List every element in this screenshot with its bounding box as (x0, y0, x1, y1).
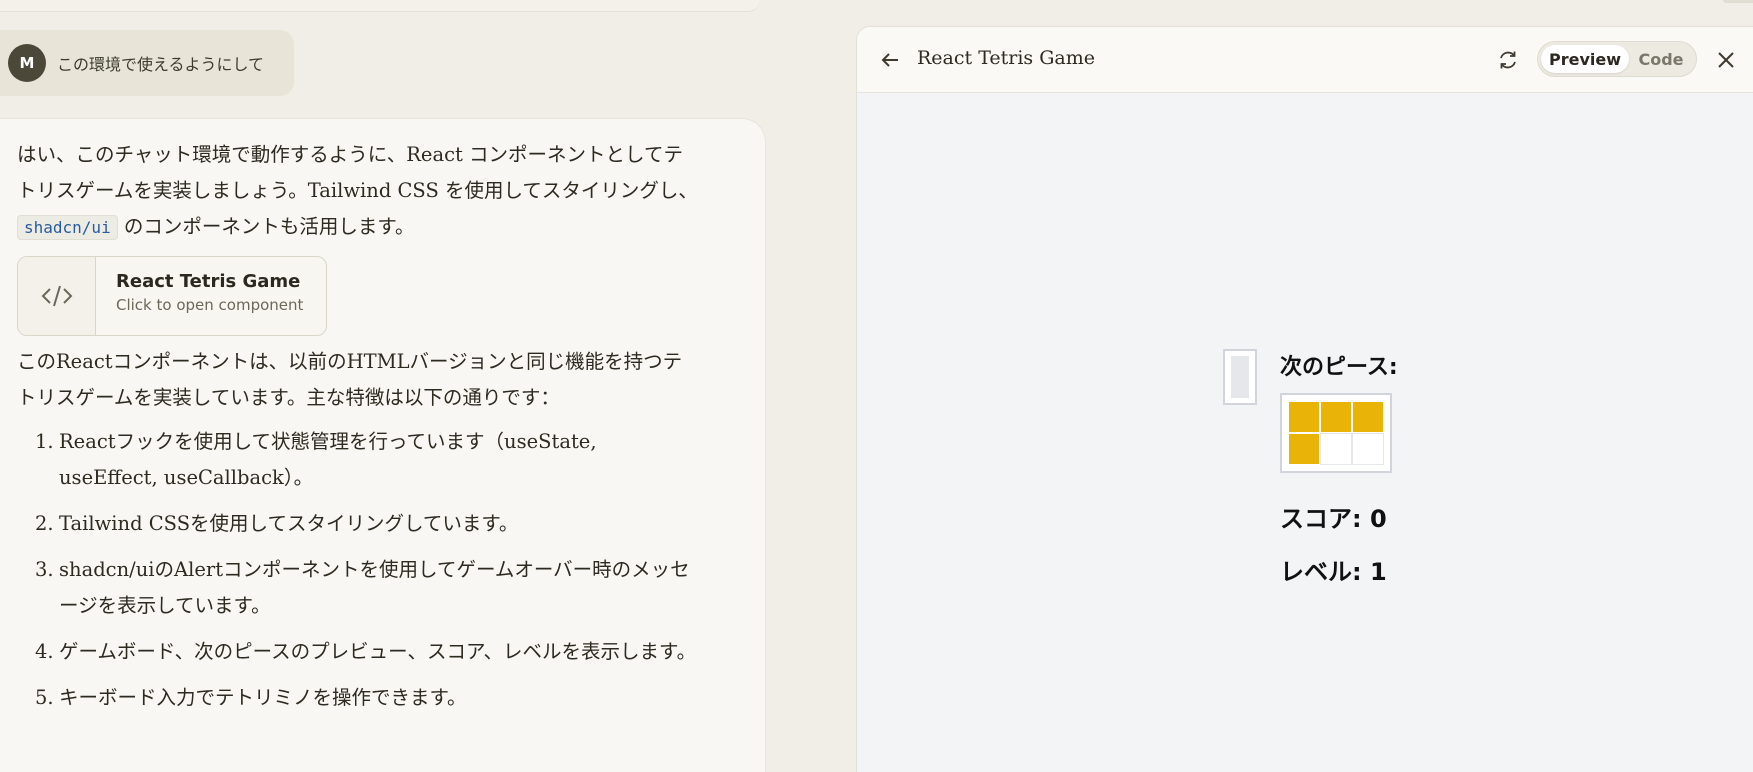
intro-text-2: のコンポーネントも活用します。 (117, 215, 415, 238)
next-piece-block (1352, 401, 1384, 433)
close-icon[interactable] (1715, 49, 1737, 71)
preview-code-toggle: Preview Code (1537, 41, 1697, 77)
next-piece-block (1320, 401, 1352, 433)
next-piece-block (1288, 433, 1320, 465)
level-display: レベル: 1 (1280, 558, 1387, 586)
list-item: 4. ゲームボード、次のピースのプレビュー、スコア、レベルを表示します。 (35, 640, 697, 663)
game-board (1223, 349, 1257, 405)
next-piece-preview (1280, 393, 1392, 473)
artifact-subtitle: Click to open component (116, 296, 304, 314)
score-display: スコア: 0 (1280, 505, 1387, 533)
next-piece-empty-cell (1320, 433, 1352, 465)
intro-text-1: はい、このチャット環境で動作するように、React コンポーネントとしてテトリス… (17, 143, 698, 202)
artifact-title: React Tetris Game (116, 271, 301, 292)
user-message: M この環境で使えるようにして (0, 30, 294, 96)
feature-list: 1. Reactフックを使用して状態管理を行っています（useState, use… (17, 424, 701, 716)
panel-header: React Tetris Game Preview Code (857, 27, 1753, 93)
next-piece-label: 次のピース: (1280, 355, 1398, 380)
list-item: 5. キーボード入力でテトリミノを操作できます。 (35, 686, 467, 709)
assistant-summary: このReactコンポーネントは、以前のHTMLバージョンと同じ機能を持つテトリス… (17, 350, 683, 409)
artifact-icon-box (18, 257, 96, 335)
assistant-intro: はい、このチャット環境で動作するように、React コンポーネントとしてテトリス… (17, 137, 701, 246)
artifact-panel: React Tetris Game Preview Code 次のピース: スコ… (856, 26, 1753, 772)
assistant-message: はい、このチャット環境で動作するように、React コンポーネントとしてテトリス… (0, 118, 766, 772)
tab-code[interactable]: Code (1629, 45, 1693, 73)
panel-title: React Tetris Game (917, 47, 1095, 69)
code-icon (41, 285, 72, 307)
game-side-info: 次のピース: スコア: 0 レベル: 1 (1280, 349, 1398, 587)
inline-code: shadcn/ui (17, 215, 118, 240)
avatar[interactable]: M (8, 44, 46, 82)
next-piece-block (1288, 401, 1320, 433)
artifact-card[interactable]: React Tetris Game Click to open componen… (17, 256, 327, 336)
list-item: 1. Reactフックを使用して状態管理を行っています（useState, use… (35, 430, 597, 489)
refresh-icon[interactable] (1497, 49, 1519, 71)
top-strip (0, 0, 760, 12)
top-right-decoration (1723, 0, 1753, 3)
game-board-cell (1231, 356, 1249, 398)
list-item: 3. shadcn/uiのAlertコンポーネントを使用してゲームオーバー時のメッ… (35, 558, 690, 617)
arrow-left-icon[interactable] (879, 49, 901, 71)
next-piece-empty-cell (1352, 433, 1384, 465)
user-message-text: この環境で使えるようにして (57, 55, 265, 74)
tab-preview[interactable]: Preview (1541, 45, 1629, 73)
list-item: 2. Tailwind CSSを使用してスタイリングしています。 (35, 512, 519, 535)
